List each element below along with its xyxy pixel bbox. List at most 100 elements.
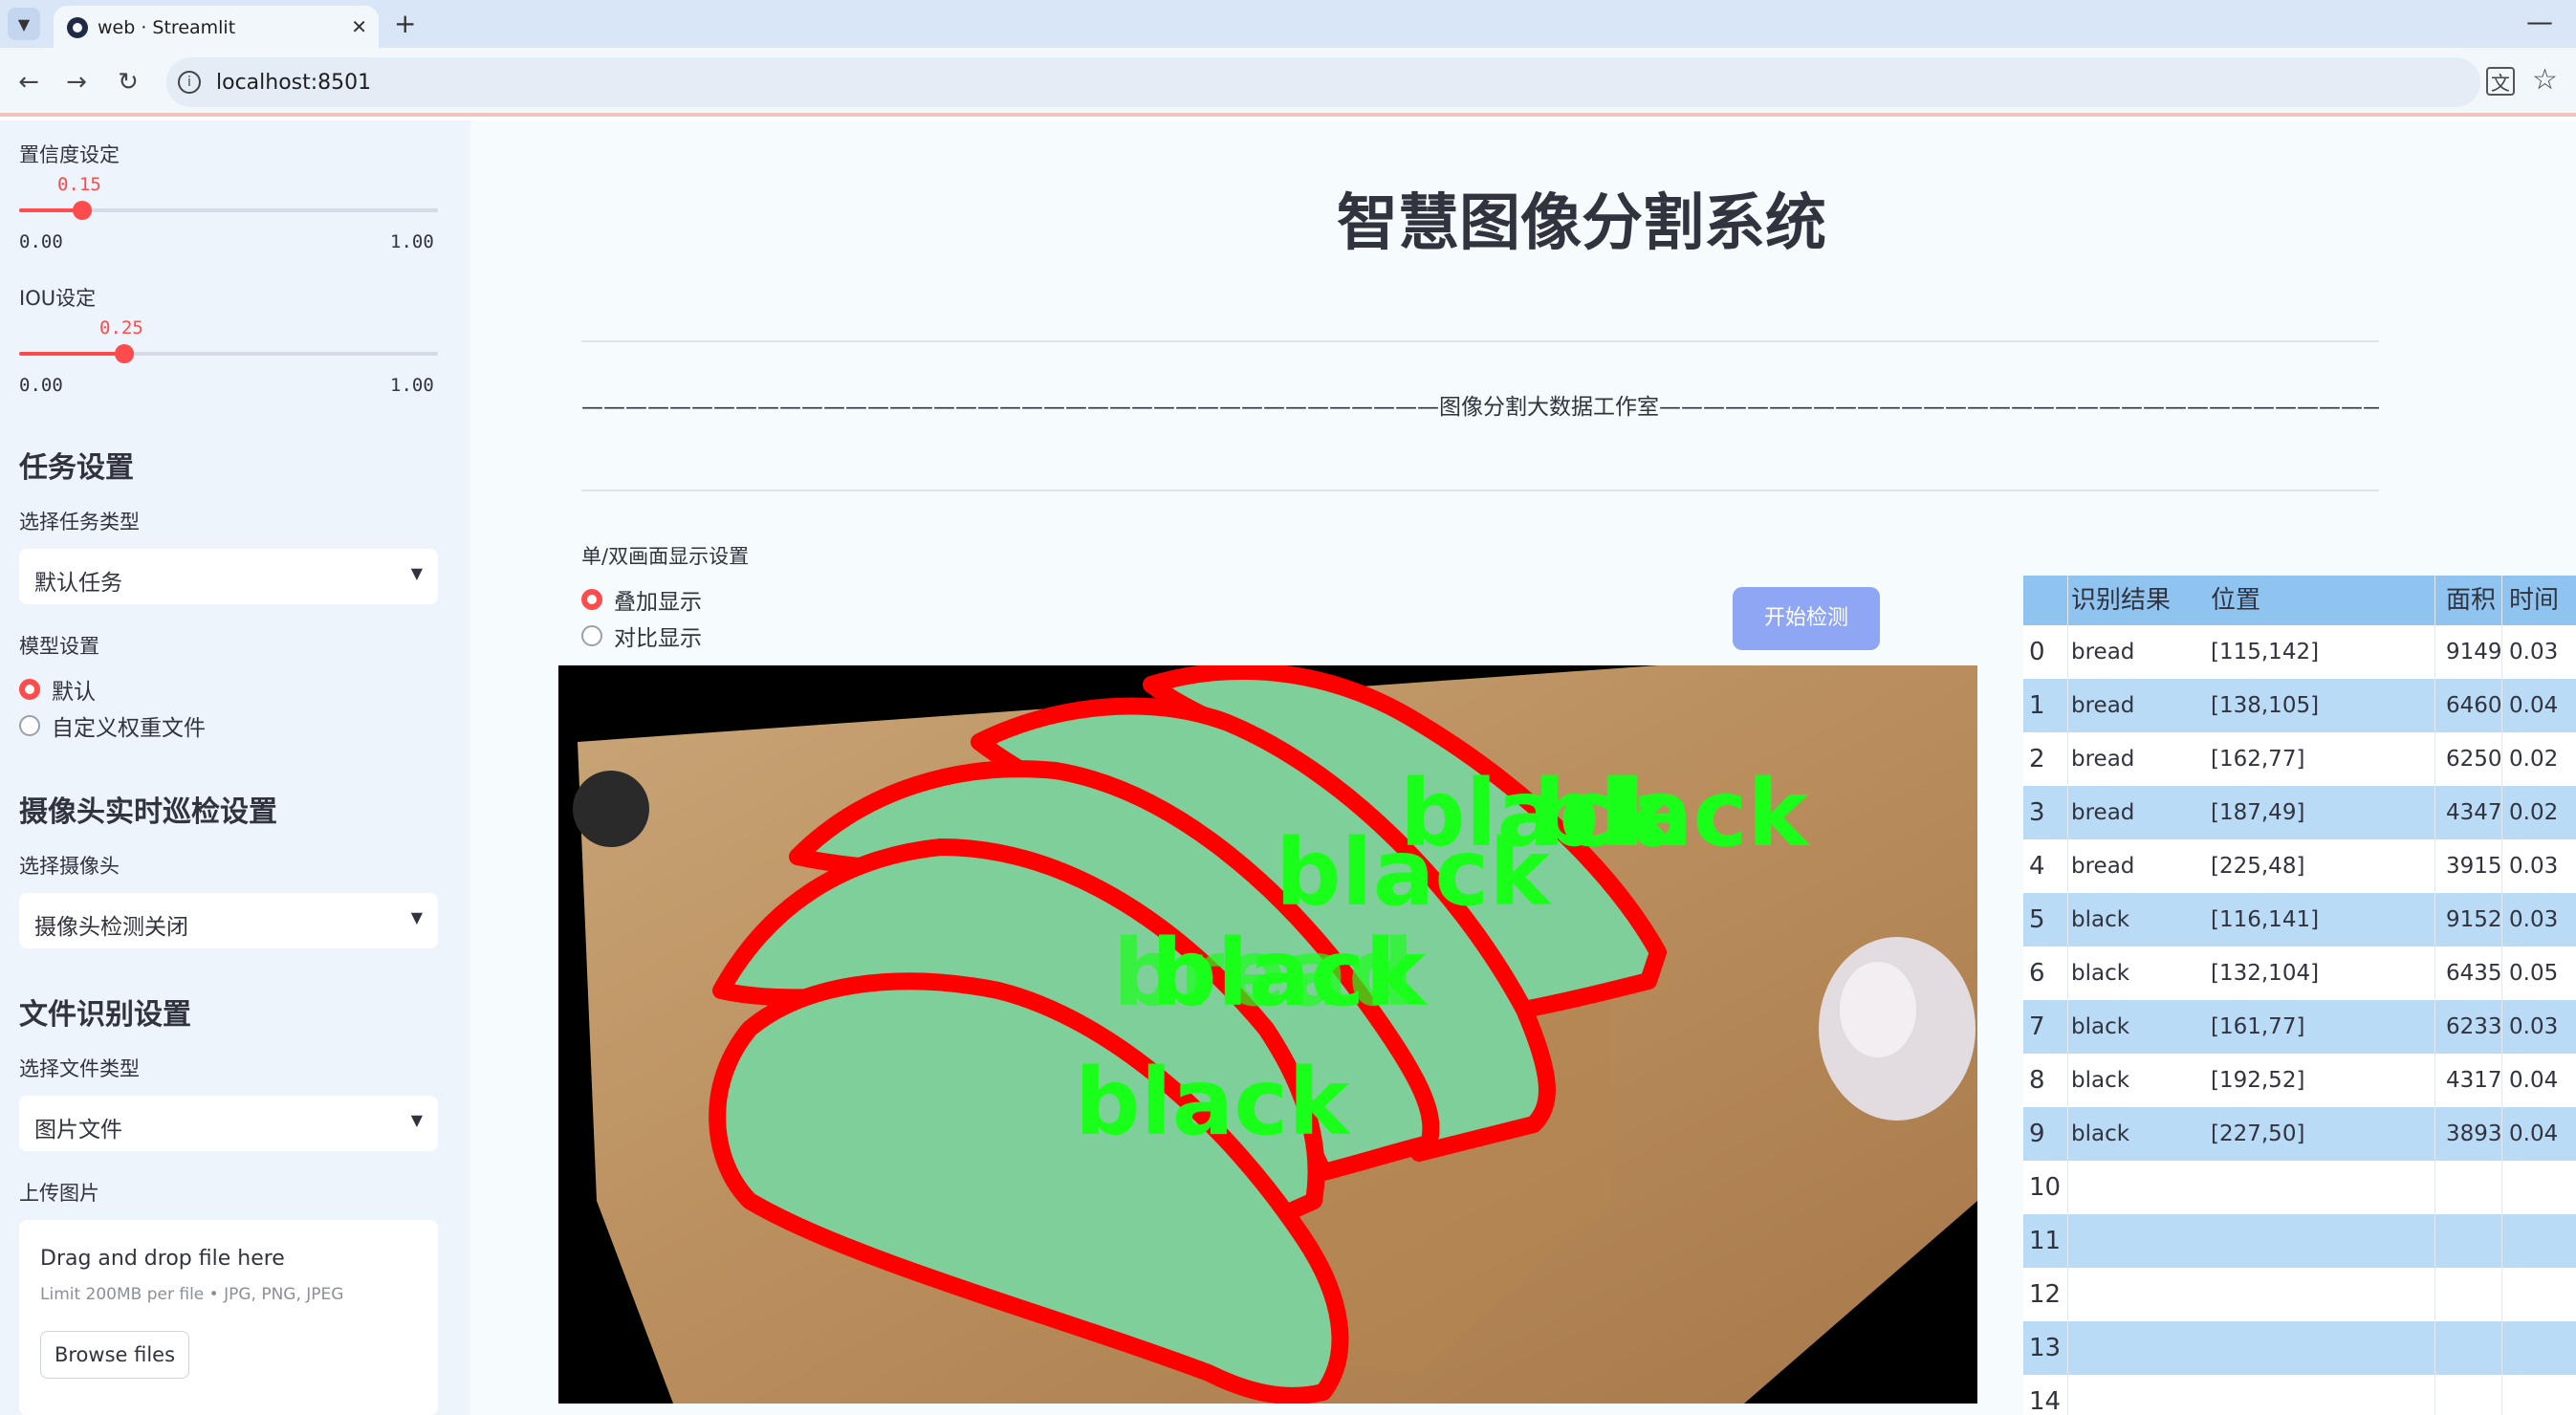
- table-row[interactable]: 0 bread [115,142] 9149 0.03: [2023, 625, 2576, 679]
- model-option-label: 默认: [52, 680, 96, 705]
- browser-tab[interactable]: web · Streamlit ✕: [54, 6, 379, 48]
- model-radio-custom[interactable]: 自定义权重文件: [19, 709, 206, 742]
- table-row[interactable]: 11: [2023, 1214, 2576, 1268]
- translate-icon[interactable]: 文: [2486, 67, 2515, 96]
- cell-row-index: 10: [2029, 1173, 2062, 1202]
- cell-result-label: bread: [2071, 854, 2135, 879]
- cell-result-label: black: [2071, 1068, 2130, 1093]
- table-row[interactable]: 2 bread [162,77] 6250 0.02: [2023, 732, 2576, 786]
- cell-row-index: 12: [2029, 1280, 2062, 1309]
- table-row[interactable]: 13: [2023, 1321, 2576, 1375]
- radio-unselected-icon: [581, 625, 602, 646]
- column-header-result-label[interactable]: 识别结果: [2071, 576, 2171, 629]
- cell-position: [115,142]: [2211, 640, 2320, 664]
- file-type-select[interactable]: 图片文件 ▼: [19, 1096, 438, 1151]
- column-header-time[interactable]: 时间: [2509, 576, 2559, 629]
- cell-row-index: 9: [2029, 1120, 2045, 1148]
- model-radio-default[interactable]: 默认: [19, 673, 96, 706]
- cell-result-label: bread: [2071, 747, 2135, 772]
- cell-time: 0.04: [2509, 1121, 2559, 1146]
- url-field[interactable]: i localhost:8501: [166, 57, 2480, 107]
- iou-slider-thumb[interactable]: [114, 344, 134, 363]
- display-radio-overlay[interactable]: 叠加显示: [581, 583, 702, 616]
- cell-row-index: 8: [2029, 1066, 2045, 1095]
- url-text: localhost:8501: [216, 71, 372, 95]
- back-icon[interactable]: ←: [10, 63, 48, 101]
- camera-select[interactable]: 摄像头检测关闭 ▼: [19, 893, 438, 948]
- model-option-label: 自定义权重文件: [52, 716, 206, 741]
- bookmark-star-icon[interactable]: ☆: [2532, 63, 2558, 97]
- cell-position: [187,49]: [2211, 800, 2305, 825]
- table-row[interactable]: 4 bread [225,48] 3915 0.03: [2023, 839, 2576, 893]
- divider: [581, 340, 2379, 342]
- close-icon[interactable]: ✕: [351, 15, 367, 38]
- cell-time: 0.05: [2509, 961, 2559, 986]
- display-mode-label: 单/双画面显示设置: [581, 545, 750, 568]
- cell-time: 0.04: [2509, 693, 2559, 718]
- cell-area: 3915: [2446, 854, 2502, 879]
- board-hole: [573, 771, 649, 847]
- cell-position: [161,77]: [2211, 1014, 2305, 1039]
- column-header-position[interactable]: 位置: [2211, 576, 2260, 629]
- table-row[interactable]: 3 bread [187,49] 4347 0.02: [2023, 786, 2576, 839]
- dropzone-title: Drag and drop file here: [40, 1247, 285, 1271]
- display-option-label: 对比显示: [614, 626, 702, 651]
- address-bar-row: ← → ↻ i localhost:8501 文 ☆: [0, 48, 2576, 117]
- cell-row-index: 14: [2029, 1387, 2062, 1415]
- cell-time: 0.03: [2509, 907, 2559, 932]
- results-table[interactable]: 识别结果 位置 面积 时间 0 bread [115,142] 9149 0.03 1 bread[…: [2023, 576, 2576, 1415]
- new-tab-icon[interactable]: +: [394, 8, 416, 40]
- table-row[interactable]: 12: [2023, 1268, 2576, 1321]
- cell-row-index: 5: [2029, 905, 2045, 934]
- table-row[interactable]: 5 black [116,141] 9152 0.03: [2023, 893, 2576, 947]
- column-divider: [2434, 576, 2435, 1415]
- tab-list-button[interactable]: ▼: [8, 8, 40, 40]
- chevron-down-icon: ▼: [410, 1111, 423, 1129]
- table-row[interactable]: 14: [2023, 1375, 2576, 1415]
- iou-label: IOU设定: [19, 287, 97, 310]
- sidebar: 置信度设定 0.15 0.00 1.00 IOU设定 0.25 0.00 1.0…: [0, 120, 470, 1415]
- iou-slider[interactable]: [19, 344, 438, 363]
- file-type-label: 选择文件类型: [19, 1057, 140, 1080]
- cell-result-label: bread: [2071, 640, 2135, 664]
- cell-row-index: 0: [2029, 638, 2045, 666]
- cell-position: [192,52]: [2211, 1068, 2305, 1093]
- reload-icon[interactable]: ↻: [109, 63, 147, 101]
- browse-files-button[interactable]: Browse files: [40, 1331, 189, 1379]
- cell-row-index: 2: [2029, 745, 2045, 773]
- cell-area: 6460: [2446, 693, 2502, 718]
- column-divider: [2067, 576, 2068, 1415]
- cell-time: 0.02: [2509, 747, 2559, 772]
- table-row[interactable]: 6 black [132,104] 6435 0.05: [2023, 947, 2576, 1000]
- file-type-value: 图片文件: [34, 1118, 122, 1143]
- table-row[interactable]: 7 black [161,77] 6233 0.03: [2023, 1000, 2576, 1054]
- confidence-value: 0.15: [57, 174, 101, 195]
- display-radio-compare[interactable]: 对比显示: [581, 620, 702, 652]
- table-row[interactable]: 9 black [227,50] 3893 0.04: [2023, 1107, 2576, 1161]
- main-content: 智慧图像分割系统 ———————————————————————————————…: [470, 120, 2576, 1415]
- chevron-down-icon: ▼: [410, 564, 423, 582]
- model-settings-label: 模型设置: [19, 635, 99, 658]
- file-dropzone[interactable]: Drag and drop file here Limit 200MB per …: [19, 1220, 438, 1415]
- confidence-max: 1.00: [390, 231, 434, 252]
- table-row[interactable]: 8 black [192,52] 4317 0.04: [2023, 1054, 2576, 1107]
- table-row[interactable]: 1 bread [138,105] 6460 0.04: [2023, 679, 2576, 732]
- task-type-select[interactable]: 默认任务 ▼: [19, 549, 438, 604]
- confidence-slider[interactable]: [19, 201, 438, 220]
- task-type-value: 默认任务: [34, 571, 122, 596]
- iou-min: 0.00: [19, 375, 63, 396]
- start-detection-button[interactable]: 开始检测: [1733, 587, 1880, 650]
- cell-area: 9149: [2446, 640, 2502, 664]
- cell-result-label: black: [2071, 907, 2130, 932]
- forward-icon[interactable]: →: [57, 63, 96, 101]
- confidence-slider-thumb[interactable]: [72, 201, 92, 220]
- cell-row-index: 13: [2029, 1334, 2062, 1362]
- cell-time: 0.03: [2509, 854, 2559, 879]
- column-header-area[interactable]: 面积: [2446, 576, 2496, 629]
- site-info-icon[interactable]: i: [178, 71, 201, 94]
- table-row[interactable]: 10: [2023, 1161, 2576, 1214]
- minimize-icon[interactable]: —: [2526, 6, 2553, 37]
- cell-result-label: bread: [2071, 693, 2135, 718]
- divider: [581, 490, 2379, 491]
- cell-result-label: bread: [2071, 800, 2135, 825]
